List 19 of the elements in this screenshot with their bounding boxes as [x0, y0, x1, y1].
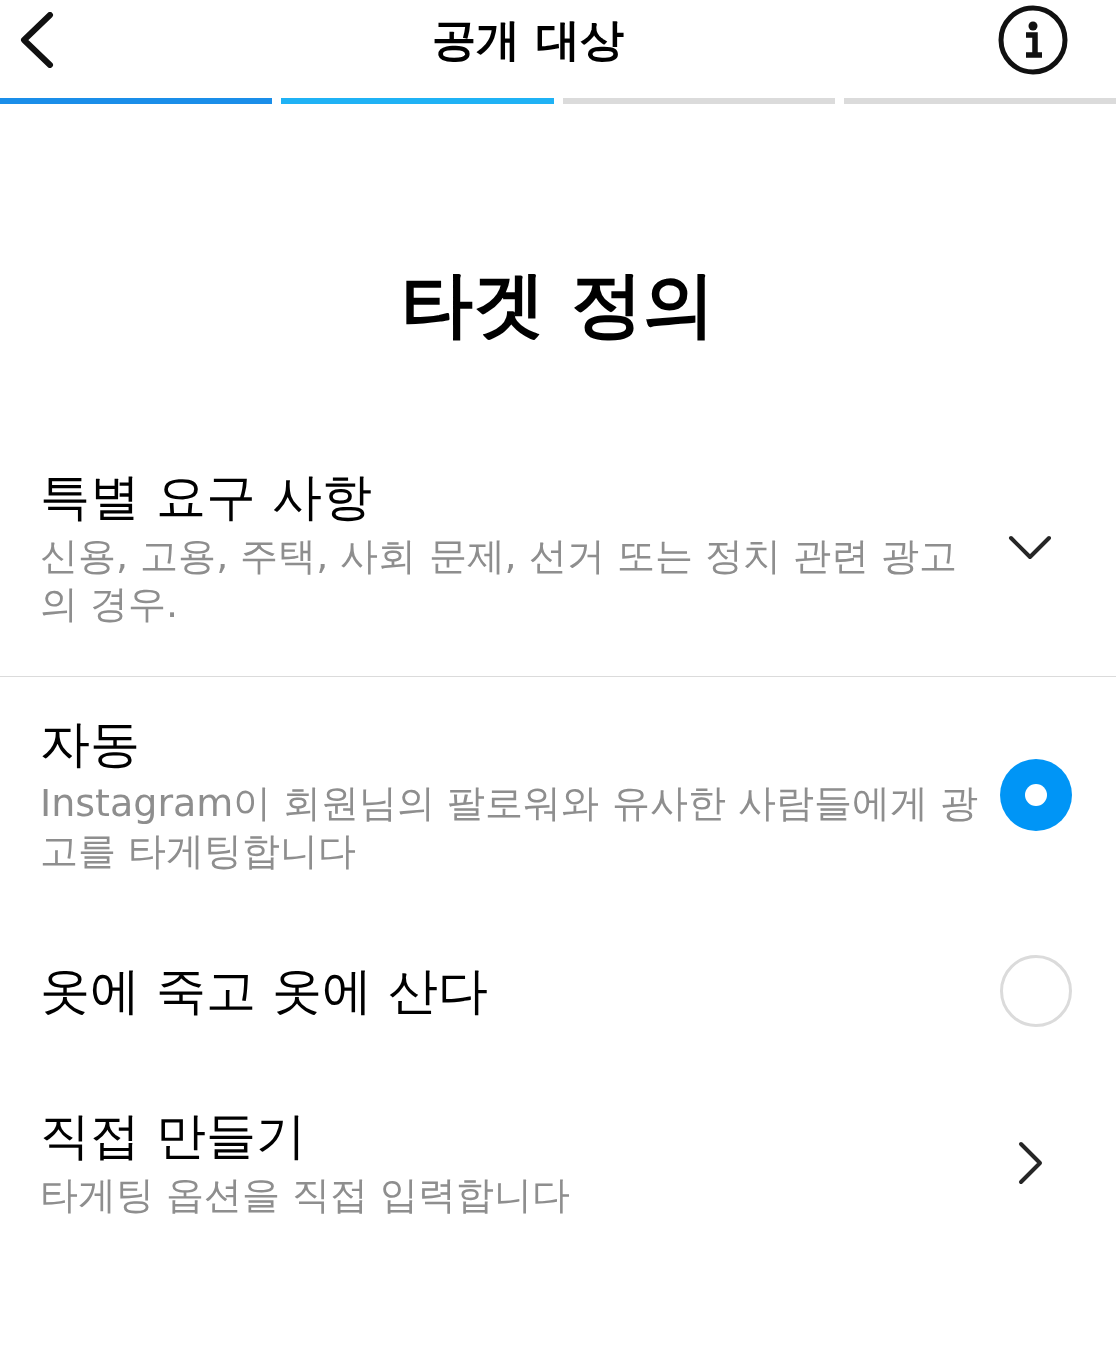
chevron-right-icon [1018, 1141, 1044, 1185]
option-description: 신용, 고용, 주택, 사회 문제, 선거 또는 정치 관련 광고의 경우. [40, 533, 959, 628]
radio-button[interactable] [1000, 955, 1072, 1027]
option-row[interactable]: 특별 요구 사항 신용, 고용, 주택, 사회 문제, 선거 또는 정치 관련 광고의 경우. [0, 468, 1116, 677]
info-button[interactable] [998, 5, 1068, 75]
radio-button[interactable] [1000, 759, 1072, 831]
option-title: 옷에 죽고 옷에 산다 [40, 962, 489, 1020]
option-title: 직접 만들기 [40, 1107, 307, 1165]
option-description: Instagram이 회원님의 팔로워와 유사한 사람들에게 광고를 타게팅합니다 [40, 780, 979, 875]
option-title: 특별 요구 사항 [40, 468, 373, 526]
option-description: 타게팅 옵션을 직접 입력합니다 [40, 1172, 572, 1219]
option-title: 자동 [40, 715, 141, 773]
option-row[interactable]: 옷에 죽고 옷에 산다 [0, 955, 1116, 1027]
info-icon [998, 5, 1068, 75]
option-row[interactable]: 자동 Instagram이 회원님의 팔로워와 유사한 사람들에게 광고를 타게팅합니다 [0, 715, 1116, 875]
back-icon [18, 12, 54, 68]
page-heading: 타겟 정의 [400, 261, 716, 348]
option-row[interactable]: 직접 만들기 타게팅 옵션을 직접 입력합니다 [0, 1107, 1116, 1219]
header-title: 공개 대상 [432, 13, 624, 67]
